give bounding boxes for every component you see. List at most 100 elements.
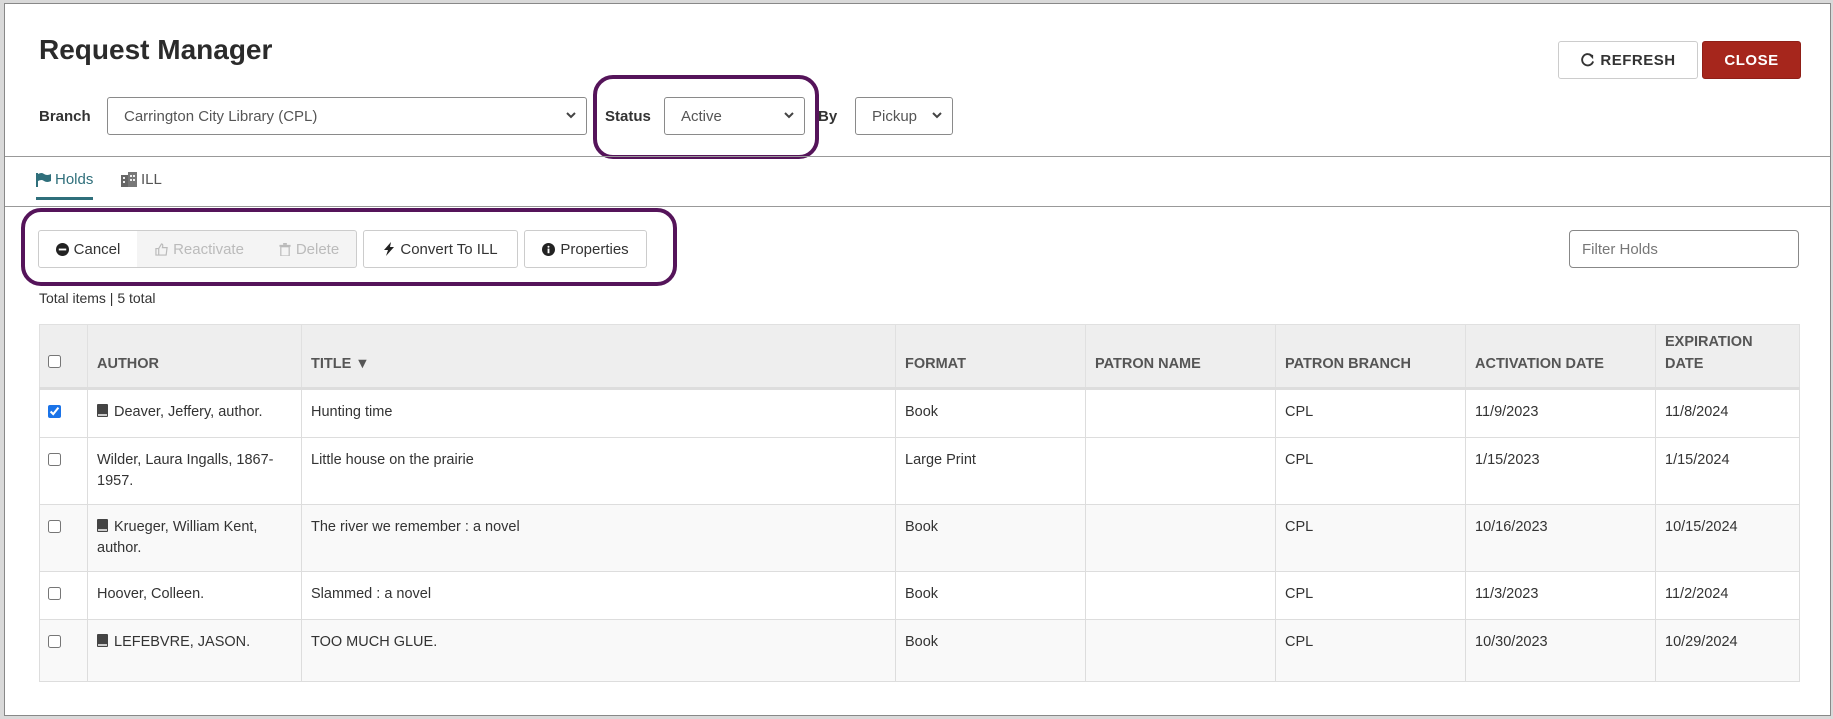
author-text: Wilder, Laura Ingalls, 1867-1957. xyxy=(97,452,274,489)
column-header-author[interactable]: AUTHOR xyxy=(87,324,302,390)
patron-name-cell xyxy=(1085,437,1276,505)
total-items-text: Total items | 5 total xyxy=(39,290,156,306)
by-label: By xyxy=(818,108,838,125)
properties-label: Properties xyxy=(560,240,629,258)
table-row[interactable]: Deaver, Jeffery, author. Hunting time Book… xyxy=(39,388,1800,438)
chevron-down-icon xyxy=(566,112,576,119)
reactivate-button[interactable]: Reactivate xyxy=(137,230,263,268)
tab-ill-label: ILL xyxy=(141,171,162,188)
row-checkbox[interactable] xyxy=(48,405,61,418)
refresh-button[interactable]: REFRESH xyxy=(1558,41,1698,79)
row-checkbox[interactable] xyxy=(48,635,61,648)
cancel-button[interactable]: Cancel xyxy=(38,230,138,268)
tab-holds-label: Holds xyxy=(55,171,94,188)
refresh-icon xyxy=(1581,52,1595,66)
expiration-date-cell: 10/29/2024 xyxy=(1655,619,1800,682)
refresh-label: REFRESH xyxy=(1600,51,1676,69)
patron-name-cell xyxy=(1085,388,1276,438)
by-select[interactable]: Pickup xyxy=(855,97,953,135)
expiration-date-cell: 11/2/2024 xyxy=(1655,571,1800,620)
table-row[interactable]: Hoover, Colleen. Slammed : a novel Book CPL… xyxy=(39,571,1800,620)
expiration-date-cell: 10/15/2024 xyxy=(1655,504,1800,572)
close-label: CLOSE xyxy=(1724,51,1779,69)
bolt-icon xyxy=(384,242,395,256)
patron-name-cell xyxy=(1085,504,1276,572)
row-select-cell xyxy=(39,619,88,682)
row-select-cell xyxy=(39,571,88,620)
book-icon xyxy=(97,519,108,532)
table-header-row: AUTHOR TITLE ▼ FORMAT PATRON NAME PATRON… xyxy=(39,324,1800,390)
select-all-checkbox[interactable] xyxy=(48,355,61,368)
author-text: Hoover, Colleen. xyxy=(97,586,205,602)
flag-icon xyxy=(36,172,51,187)
expiration-date-cell: 1/15/2024 xyxy=(1655,437,1800,505)
patron-branch-cell: CPL xyxy=(1275,571,1466,620)
delete-label: Delete xyxy=(295,240,340,258)
author-cell: Deaver, Jeffery, author. xyxy=(87,388,302,438)
format-cell: Book xyxy=(895,571,1086,620)
patron-branch-cell: CPL xyxy=(1275,619,1466,682)
column-header-format[interactable]: FORMAT xyxy=(895,324,1086,390)
patron-branch-cell: CPL xyxy=(1275,437,1466,505)
chevron-down-icon xyxy=(932,112,942,119)
format-cell: Book xyxy=(895,388,1086,438)
branch-select[interactable]: Carrington City Library (CPL) xyxy=(107,97,587,135)
title-cell: Slammed : a novel xyxy=(301,571,896,620)
convert-to-ill-button[interactable]: Convert To ILL xyxy=(363,230,518,268)
info-circle-icon xyxy=(542,242,556,256)
patron-name-cell xyxy=(1085,571,1276,620)
minus-circle-icon xyxy=(55,242,69,256)
table-row[interactable]: Krueger, William Kent, author. The river … xyxy=(39,504,1800,572)
chevron-down-icon xyxy=(784,112,794,119)
page-title: Request Manager xyxy=(39,34,273,65)
book-icon xyxy=(97,404,108,417)
header-divider xyxy=(5,156,1830,157)
tab-holds[interactable]: Holds xyxy=(36,171,94,200)
close-button[interactable]: CLOSE xyxy=(1702,41,1801,79)
activation-date-cell: 10/16/2023 xyxy=(1465,504,1656,572)
author-cell: Wilder, Laura Ingalls, 1867-1957. xyxy=(87,437,302,505)
row-checkbox[interactable] xyxy=(48,453,61,466)
author-text: Krueger, William Kent, author. xyxy=(97,519,258,556)
request-manager-window: Request Manager REFRESH CLOSE Branch Car… xyxy=(4,3,1831,716)
author-cell: Hoover, Colleen. xyxy=(87,571,302,620)
tabs-divider xyxy=(5,206,1830,207)
author-cell: LEFEBVRE, JASON. xyxy=(87,619,302,682)
status-select[interactable]: Active xyxy=(664,97,805,135)
status-value: Active xyxy=(681,108,722,125)
convert-label: Convert To ILL xyxy=(400,240,498,258)
column-header-activation-date[interactable]: ACTIVATION DATE xyxy=(1465,324,1656,390)
column-header-title[interactable]: TITLE ▼ xyxy=(301,324,896,390)
building-icon xyxy=(121,172,137,187)
expiration-date-cell: 11/8/2024 xyxy=(1655,388,1800,438)
thumbs-up-icon xyxy=(155,242,168,256)
patron-name-cell xyxy=(1085,619,1276,682)
status-label: Status xyxy=(605,108,651,125)
activation-date-cell: 1/15/2023 xyxy=(1465,437,1656,505)
format-cell: Large Print xyxy=(895,437,1086,505)
column-header-expiration-date[interactable]: EXPIRATION DATE xyxy=(1655,324,1800,390)
tab-ill[interactable]: ILL xyxy=(121,171,162,188)
row-select-cell xyxy=(39,437,88,505)
row-checkbox[interactable] xyxy=(48,520,61,533)
row-select-cell xyxy=(39,388,88,438)
column-header-patron-branch[interactable]: PATRON BRANCH xyxy=(1275,324,1466,390)
title-cell: TOO MUCH GLUE. xyxy=(301,619,896,682)
column-header-patron-name[interactable]: PATRON NAME xyxy=(1085,324,1276,390)
properties-button[interactable]: Properties xyxy=(524,230,647,268)
branch-value: Carrington City Library (CPL) xyxy=(124,108,318,125)
table-row[interactable]: Wilder, Laura Ingalls, 1867-1957. Little … xyxy=(39,437,1800,505)
delete-button[interactable]: Delete xyxy=(262,230,357,268)
patron-branch-cell: CPL xyxy=(1275,388,1466,438)
row-select-cell xyxy=(39,504,88,572)
author-cell: Krueger, William Kent, author. xyxy=(87,504,302,572)
holds-table: AUTHOR TITLE ▼ FORMAT PATRON NAME PATRON… xyxy=(39,324,1800,682)
patron-branch-cell: CPL xyxy=(1275,504,1466,572)
format-cell: Book xyxy=(895,619,1086,682)
title-cell: Hunting time xyxy=(301,388,896,438)
row-checkbox[interactable] xyxy=(48,587,61,600)
title-cell: The river we remember : a novel xyxy=(301,504,896,572)
trash-icon xyxy=(279,242,291,256)
filter-holds-input[interactable] xyxy=(1569,230,1799,268)
table-row[interactable]: LEFEBVRE, JASON. TOO MUCH GLUE. Book CPL 10/… xyxy=(39,619,1800,682)
